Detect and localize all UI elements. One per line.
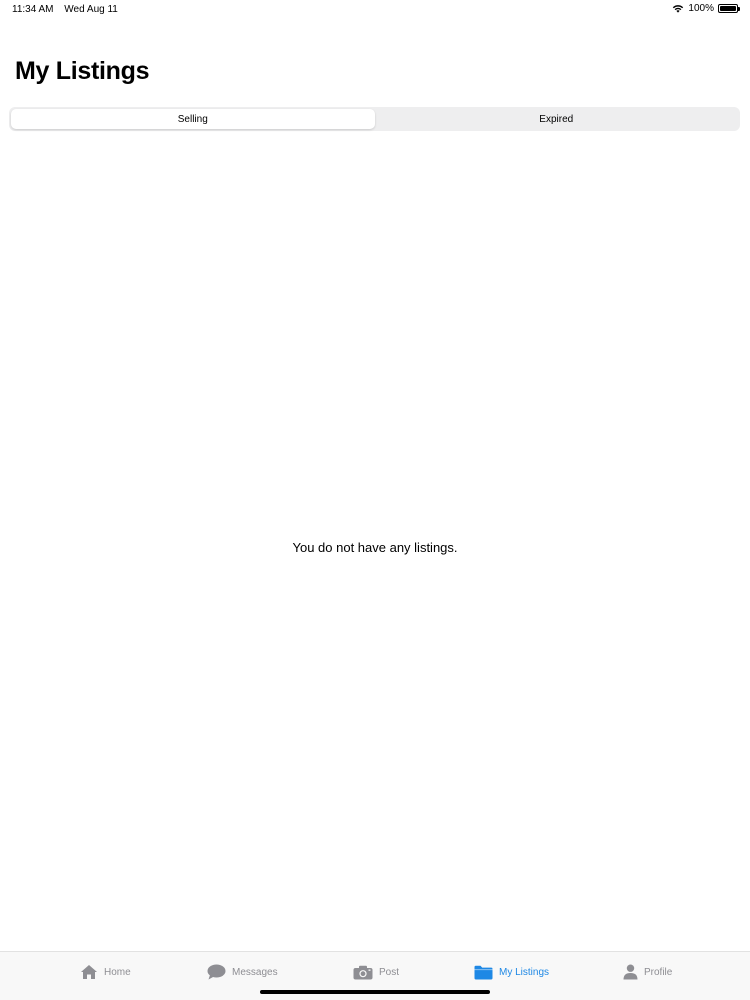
status-left: 11:34 AM Wed Aug 11: [12, 4, 118, 15]
tab-home[interactable]: Home: [80, 962, 131, 982]
segment-expired-label: Expired: [539, 113, 574, 125]
home-indicator[interactable]: [260, 990, 490, 994]
wifi-icon: [673, 5, 684, 13]
page-title: My Listings: [15, 57, 150, 85]
segment-selling-label: Selling: [177, 113, 208, 125]
battery-percent: 100%: [688, 3, 714, 14]
battery-icon: [718, 4, 740, 13]
house-icon: [81, 965, 97, 979]
camera-icon: [353, 965, 373, 979]
tab-messages-label: Messages: [232, 966, 278, 978]
tab-my-listings-label: My Listings: [499, 966, 550, 978]
screen: 11:34 AM Wed Aug 11 100% My Listings Sel…: [0, 0, 750, 1000]
status-right: 100%: [672, 3, 740, 14]
status-bar: 11:34 AM Wed Aug 11 100%: [0, 0, 750, 20]
status-date: Wed Aug 11: [64, 4, 118, 15]
chat-bubble-icon: [207, 964, 226, 980]
tab-profile[interactable]: Profile: [623, 962, 672, 982]
segmented-control: Selling Expired: [9, 107, 740, 131]
tab-my-listings[interactable]: My Listings: [474, 962, 549, 982]
tab-post-label: Post: [379, 966, 400, 978]
tab-profile-label: Profile: [644, 966, 673, 978]
tab-messages[interactable]: Messages: [207, 962, 278, 982]
person-icon: [623, 964, 638, 980]
status-time: 11:34 AM: [12, 4, 54, 15]
segment-selling[interactable]: Selling: [11, 109, 375, 129]
segment-expired[interactable]: Expired: [375, 109, 739, 129]
tab-post[interactable]: Post: [353, 962, 399, 982]
tab-home-label: Home: [104, 966, 131, 978]
empty-state-message: You do not have any listings.: [292, 540, 458, 555]
folder-icon: [474, 965, 493, 979]
